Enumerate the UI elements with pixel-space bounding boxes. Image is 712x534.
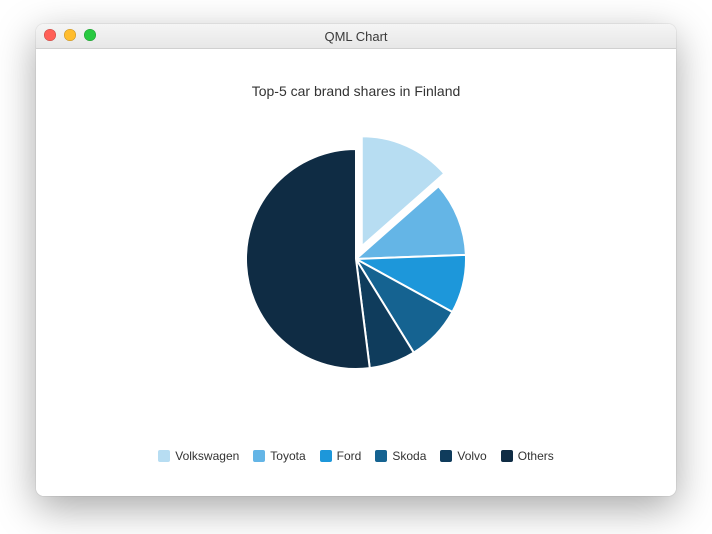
window-title: QML Chart [324,29,387,44]
legend-item-volvo[interactable]: Volvo [440,449,486,463]
minimize-icon[interactable] [64,29,76,41]
chart-title: Top-5 car brand shares in Finland [36,83,676,99]
legend-label: Ford [337,449,362,463]
legend-label: Skoda [392,449,426,463]
titlebar: QML Chart [36,24,676,49]
window-content: Top-5 car brand shares in Finland Volksw… [36,49,676,496]
zoom-icon[interactable] [84,29,96,41]
pie-slice-others[interactable] [246,149,370,369]
legend: Volkswagen Toyota Ford Skoda Volvo Others [36,449,676,463]
legend-swatch [253,450,265,462]
pie-chart [36,129,676,389]
traffic-lights [44,29,96,41]
legend-swatch [158,450,170,462]
legend-label: Volkswagen [175,449,239,463]
legend-swatch [320,450,332,462]
legend-item-toyota[interactable]: Toyota [253,449,305,463]
legend-label: Others [518,449,554,463]
legend-item-ford[interactable]: Ford [320,449,362,463]
close-icon[interactable] [44,29,56,41]
legend-label: Toyota [270,449,305,463]
app-window: QML Chart Top-5 car brand shares in Finl… [36,24,676,496]
legend-item-skoda[interactable]: Skoda [375,449,426,463]
legend-item-volkswagen[interactable]: Volkswagen [158,449,239,463]
legend-swatch [375,450,387,462]
legend-label: Volvo [457,449,486,463]
legend-item-others[interactable]: Others [501,449,554,463]
legend-swatch [501,450,513,462]
legend-swatch [440,450,452,462]
